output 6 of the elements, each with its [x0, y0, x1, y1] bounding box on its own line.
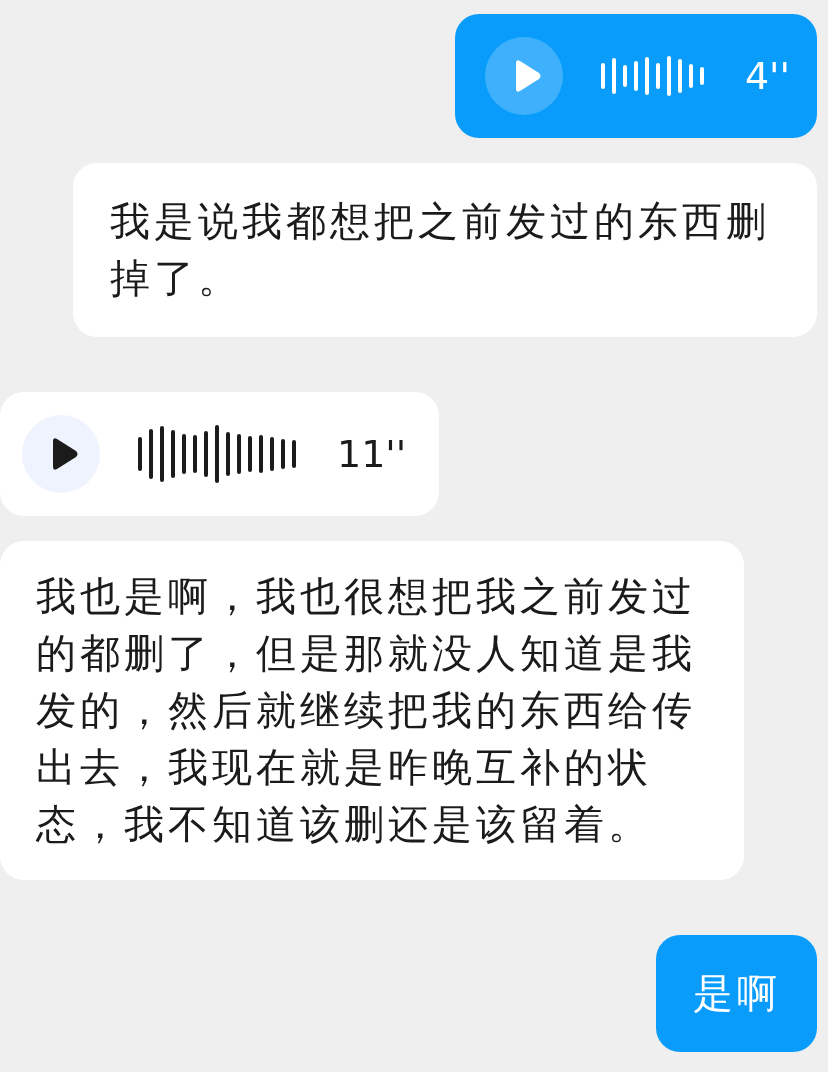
message-bubble: 是啊	[656, 935, 817, 1052]
voice-duration: 11''	[337, 432, 407, 476]
voice-duration: 4''	[744, 54, 790, 98]
voice-message-bubble[interactable]: 11''	[0, 392, 440, 516]
message-bubble: 我也是啊，我也很想把我之前发过的都删了，但是那就没人知道是我发的，然后就继续把我的东西给传出去，我现在就是昨晚互补的状态，我不知道该删还是该留着。	[0, 541, 744, 880]
message-bubble: 我是说我都想把之前发过的东西删掉了。	[73, 163, 817, 337]
